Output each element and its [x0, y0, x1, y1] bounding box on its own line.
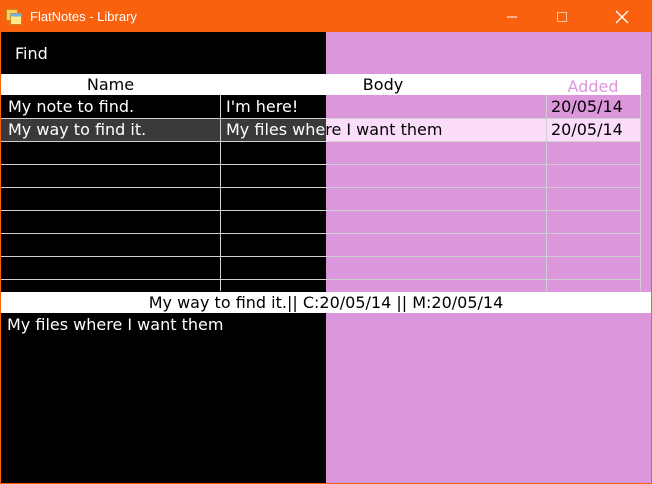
notes-app-icon: [6, 9, 22, 25]
cell-body[interactable]: I'm here!: [226, 95, 546, 118]
find-button[interactable]: Find: [15, 44, 48, 64]
grid-line: [1, 233, 641, 234]
app-window: FlatNotes - Library Find Name Body Added: [0, 0, 652, 484]
cell-name[interactable]: My way to find it.: [8, 118, 220, 141]
grid-line: [1, 164, 641, 165]
minimize-button[interactable]: [489, 1, 535, 33]
maximize-button[interactable]: [539, 1, 585, 33]
note-info-bar: My way to find it.|| C:20/05/14 || M:20/…: [1, 292, 651, 313]
cell-name[interactable]: My note to find.: [8, 95, 220, 118]
grid-line: [1, 210, 641, 211]
library-content: Find Name Body Added My note to find. I'…: [1, 32, 651, 483]
grid-line: [1, 256, 641, 257]
window-title: FlatNotes - Library: [30, 9, 137, 24]
grid-line: [1, 187, 641, 188]
cell-added[interactable]: 20/05/14: [551, 95, 641, 118]
grid-line: [220, 95, 221, 291]
close-button[interactable]: [599, 1, 645, 33]
close-icon: [615, 10, 629, 24]
column-header-added[interactable]: Added: [546, 76, 640, 97]
maximize-icon: [557, 12, 567, 22]
note-preview[interactable]: My files where I want them: [1, 315, 651, 339]
minimize-icon: [507, 16, 517, 18]
grid-line: [546, 95, 547, 291]
grid-line: [1, 141, 641, 142]
column-header-body[interactable]: Body: [220, 74, 546, 95]
title-bar[interactable]: FlatNotes - Library: [1, 1, 651, 33]
table-header: Name Body Added: [1, 74, 641, 97]
column-header-name[interactable]: Name: [1, 74, 220, 95]
grid-line: [1, 279, 641, 280]
notes-table: My note to find. I'm here! 20/05/14 My w…: [1, 95, 641, 291]
cell-body[interactable]: My files where I want them My files wher…: [226, 118, 546, 141]
cell-added[interactable]: 20/05/14: [551, 118, 641, 141]
note-preview-text: My files where I want them: [7, 315, 224, 334]
